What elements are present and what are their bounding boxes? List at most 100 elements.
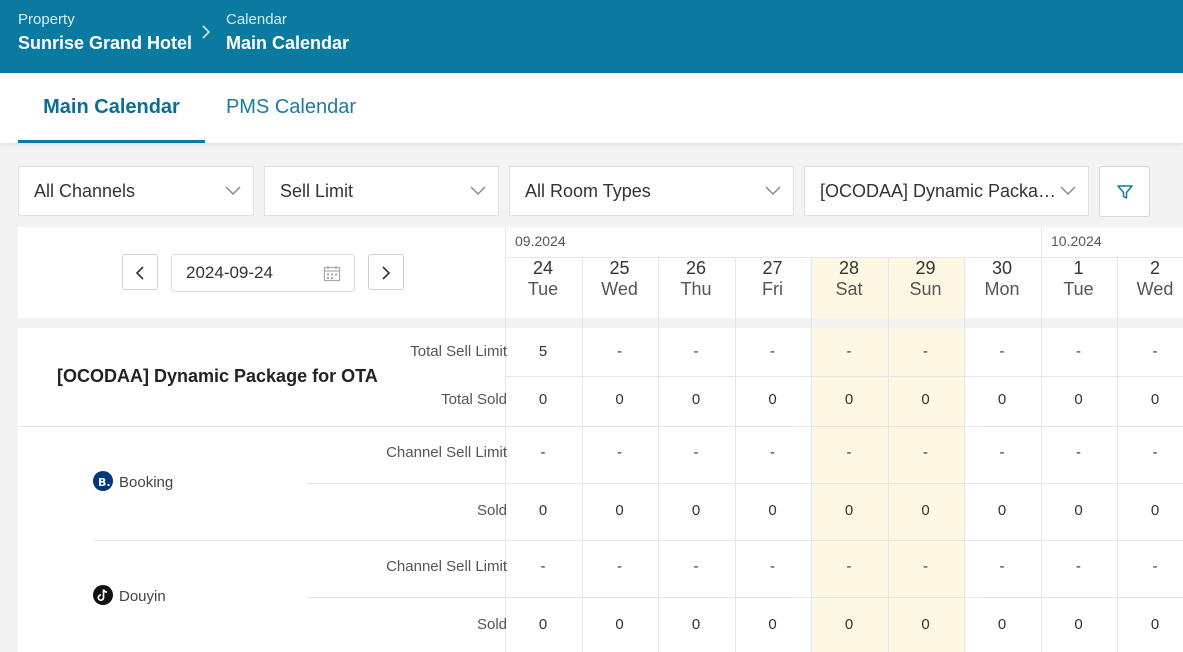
grid-cell[interactable]: 0 bbox=[888, 502, 964, 519]
grid-cell[interactable]: - bbox=[811, 444, 887, 461]
grid-cell[interactable]: - bbox=[1117, 343, 1183, 360]
grid-cell[interactable]: - bbox=[582, 558, 658, 575]
grid-cell[interactable]: - bbox=[964, 558, 1040, 575]
grid-line bbox=[505, 376, 1183, 377]
grid-line bbox=[307, 597, 1183, 598]
grid-cell[interactable]: 0 bbox=[582, 502, 658, 519]
day-header[interactable]: 2 Wed bbox=[1117, 257, 1183, 299]
douyin-logo-icon bbox=[93, 585, 113, 605]
grid-cell[interactable]: 0 bbox=[505, 391, 581, 408]
grid-cell[interactable]: - bbox=[1041, 343, 1117, 360]
grid-cell[interactable]: - bbox=[1041, 444, 1117, 461]
breadcrumb-property[interactable]: Property Sunrise Grand Hotel bbox=[18, 11, 192, 57]
grid-line bbox=[18, 426, 1183, 427]
grid-line bbox=[94, 540, 1183, 541]
grid-cell[interactable]: 0 bbox=[811, 616, 887, 633]
grid-cell[interactable]: 0 bbox=[735, 391, 811, 408]
grid-cell[interactable]: - bbox=[1041, 558, 1117, 575]
package-select[interactable]: [OCODAA] Dynamic Packa… bbox=[804, 166, 1089, 216]
day-name: Wed bbox=[601, 279, 638, 299]
chevron-right-icon bbox=[202, 25, 211, 39]
channels-select[interactable]: All Channels bbox=[18, 166, 254, 216]
grid-cell[interactable]: 0 bbox=[888, 616, 964, 633]
day-header[interactable]: 29 Sun bbox=[888, 257, 964, 299]
grid-cell[interactable]: 0 bbox=[735, 616, 811, 633]
grid-cell[interactable]: - bbox=[505, 444, 581, 461]
day-number: 1 bbox=[1073, 258, 1084, 278]
grid-cell[interactable]: - bbox=[964, 444, 1040, 461]
grid-cell[interactable]: - bbox=[658, 444, 734, 461]
grid-cell[interactable]: - bbox=[658, 558, 734, 575]
day-name: Sun bbox=[909, 279, 942, 299]
day-header[interactable]: 24 Tue bbox=[505, 257, 581, 299]
grid-cell[interactable]: 5 bbox=[505, 343, 581, 360]
grid-cell[interactable]: - bbox=[888, 343, 964, 360]
metric-select[interactable]: Sell Limit bbox=[264, 166, 499, 216]
section-gap bbox=[18, 318, 1183, 328]
package-select-value: [OCODAA] Dynamic Packa… bbox=[820, 181, 1057, 201]
grid-cell[interactable]: 0 bbox=[658, 502, 734, 519]
day-name: Thu bbox=[680, 279, 712, 299]
booking-logo-icon: B. bbox=[93, 471, 113, 491]
grid-cell[interactable]: 0 bbox=[505, 502, 581, 519]
grid-cell[interactable]: 0 bbox=[964, 616, 1040, 633]
tab-bar: Main Calendar PMS Calendar bbox=[0, 73, 1183, 143]
grid-cell[interactable]: - bbox=[735, 343, 811, 360]
day-number: 26 bbox=[685, 258, 707, 278]
day-header[interactable]: 30 Mon bbox=[964, 257, 1040, 299]
grid-cell[interactable]: - bbox=[505, 558, 581, 575]
tab-pms-calendar[interactable]: PMS Calendar bbox=[205, 73, 377, 143]
grid-cell[interactable]: - bbox=[658, 343, 734, 360]
grid-cell[interactable]: - bbox=[888, 558, 964, 575]
grid-cell[interactable]: 0 bbox=[964, 391, 1040, 408]
calendar-icon bbox=[323, 266, 341, 282]
grid-cell[interactable]: - bbox=[735, 558, 811, 575]
grid-cell[interactable]: 0 bbox=[811, 391, 887, 408]
room-types-select[interactable]: All Room Types bbox=[509, 166, 794, 216]
grid-cell[interactable]: - bbox=[735, 444, 811, 461]
tab-main-calendar[interactable]: Main Calendar bbox=[18, 73, 205, 143]
filter-button[interactable] bbox=[1099, 166, 1150, 217]
grid-cell[interactable]: 0 bbox=[964, 502, 1040, 519]
property-name: Sunrise Grand Hotel bbox=[18, 33, 193, 53]
channel-name: Douyin bbox=[119, 587, 166, 605]
grid-cell[interactable]: 0 bbox=[582, 616, 658, 633]
day-name: Mon bbox=[984, 279, 1020, 299]
date-input[interactable]: 2024-09-24 bbox=[171, 254, 355, 292]
day-number: 27 bbox=[762, 258, 783, 278]
grid-cell[interactable]: 0 bbox=[1117, 502, 1183, 519]
month-label: 10.2024 bbox=[1051, 233, 1102, 249]
row-label: Channel Sell Limit bbox=[386, 444, 507, 461]
grid-cell[interactable]: 0 bbox=[1117, 391, 1183, 408]
grid-cell[interactable]: - bbox=[1117, 444, 1183, 461]
room-types-select-value: All Room Types bbox=[525, 181, 651, 201]
day-header[interactable]: 27 Fri bbox=[735, 257, 811, 299]
grid-cell[interactable]: - bbox=[582, 444, 658, 461]
grid-cell[interactable]: 0 bbox=[582, 391, 658, 408]
grid-cell[interactable]: - bbox=[888, 444, 964, 461]
grid-cell[interactable]: 0 bbox=[1041, 391, 1117, 408]
grid-cell[interactable]: - bbox=[964, 343, 1040, 360]
grid-cell[interactable]: 0 bbox=[811, 502, 887, 519]
grid-cell[interactable]: - bbox=[811, 558, 887, 575]
grid-cell[interactable]: 0 bbox=[505, 616, 581, 633]
grid-cell[interactable]: - bbox=[811, 343, 887, 360]
day-header[interactable]: 1 Tue bbox=[1041, 257, 1117, 299]
grid-cell[interactable]: 0 bbox=[1041, 502, 1117, 519]
grid-cell[interactable]: - bbox=[1117, 558, 1183, 575]
grid-cell[interactable]: - bbox=[582, 343, 658, 360]
svg-text:B.: B. bbox=[98, 476, 111, 489]
grid-cell[interactable]: 0 bbox=[1041, 616, 1117, 633]
day-header[interactable]: 25 Wed bbox=[582, 257, 658, 299]
day-header[interactable]: 26 Thu bbox=[658, 257, 734, 299]
grid-cell[interactable]: 0 bbox=[1117, 616, 1183, 633]
prev-date-button[interactable] bbox=[122, 254, 158, 290]
grid-cell[interactable]: 0 bbox=[735, 502, 811, 519]
grid-cell[interactable]: 0 bbox=[658, 616, 734, 633]
grid-cell[interactable]: 0 bbox=[888, 391, 964, 408]
section-label: Calendar bbox=[226, 11, 287, 28]
grid-cell[interactable]: 0 bbox=[658, 391, 734, 408]
next-date-button[interactable] bbox=[368, 254, 404, 290]
breadcrumb-section[interactable]: Calendar Main Calendar bbox=[226, 11, 349, 57]
day-header[interactable]: 28 Sat bbox=[811, 257, 887, 299]
